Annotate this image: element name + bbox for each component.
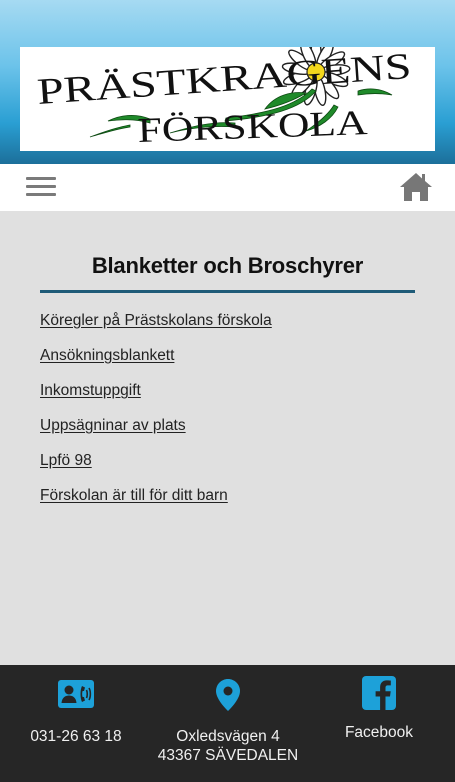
- list-item: Köregler på Prästskolans förskola: [40, 312, 272, 347]
- link-ansokningsblankett[interactable]: Ansökningsblankett: [40, 347, 174, 364]
- address-postal: 43367 SÄVEDALEN: [157, 747, 299, 764]
- list-item: Lpfö 98: [40, 452, 272, 487]
- list-item: Ansökningsblankett: [40, 347, 272, 382]
- document-link-list: Köregler på Prästskolans förskola Ansökn…: [40, 312, 272, 522]
- list-item: Inkomstuppgift: [40, 382, 272, 417]
- list-item: Förskolan är till för ditt barn: [40, 487, 272, 522]
- svg-text:FÖRSKOLA: FÖRSKOLA: [137, 103, 369, 150]
- address-street: Oxledsvägen 4: [176, 728, 280, 745]
- link-forskolan-barn[interactable]: Förskolan är till för ditt barn: [40, 487, 228, 504]
- home-icon[interactable]: [399, 171, 433, 203]
- footer-phone[interactable]: 031-26 63 18: [0, 665, 152, 782]
- contact-card-icon: [58, 680, 94, 708]
- address: Oxledsvägen 4 43367 SÄVEDALEN: [152, 727, 304, 765]
- map-pin-icon: [216, 679, 240, 711]
- navbar: [0, 164, 455, 211]
- facebook-icon: [362, 676, 396, 710]
- list-item: Uppsägninar av plats: [40, 417, 272, 452]
- menu-line: [26, 185, 56, 188]
- link-lpfo98[interactable]: Lpfö 98: [40, 452, 92, 469]
- link-inkomstuppgift[interactable]: Inkomstuppgift: [40, 382, 141, 399]
- menu-line: [26, 177, 56, 180]
- link-koregler[interactable]: Köregler på Prästskolans förskola: [40, 312, 272, 329]
- main-content: Blanketter och Broschyrer Köregler på Pr…: [0, 211, 455, 665]
- logo-image: PRÄSTKRAGENS FÖRSKOLA: [36, 47, 413, 150]
- menu-line: [26, 193, 56, 196]
- site-footer: 031-26 63 18 Oxledsvägen 4 43367 SÄVEDAL…: [0, 665, 455, 782]
- facebook-label: Facebook: [344, 724, 414, 741]
- phone-number: 031-26 63 18: [30, 728, 122, 745]
- hamburger-menu-icon[interactable]: [26, 176, 56, 198]
- site-header: PRÄSTKRAGENS FÖRSKOLA: [0, 0, 455, 164]
- footer-facebook[interactable]: Facebook: [303, 665, 455, 782]
- page-title: Blanketter och Broschyrer: [91, 253, 364, 278]
- link-uppsagning[interactable]: Uppsägninar av plats: [40, 417, 186, 434]
- footer-address[interactable]: Oxledsvägen 4 43367 SÄVEDALEN: [152, 665, 304, 782]
- logo[interactable]: PRÄSTKRAGENS FÖRSKOLA: [20, 47, 435, 151]
- title-divider: [40, 290, 415, 293]
